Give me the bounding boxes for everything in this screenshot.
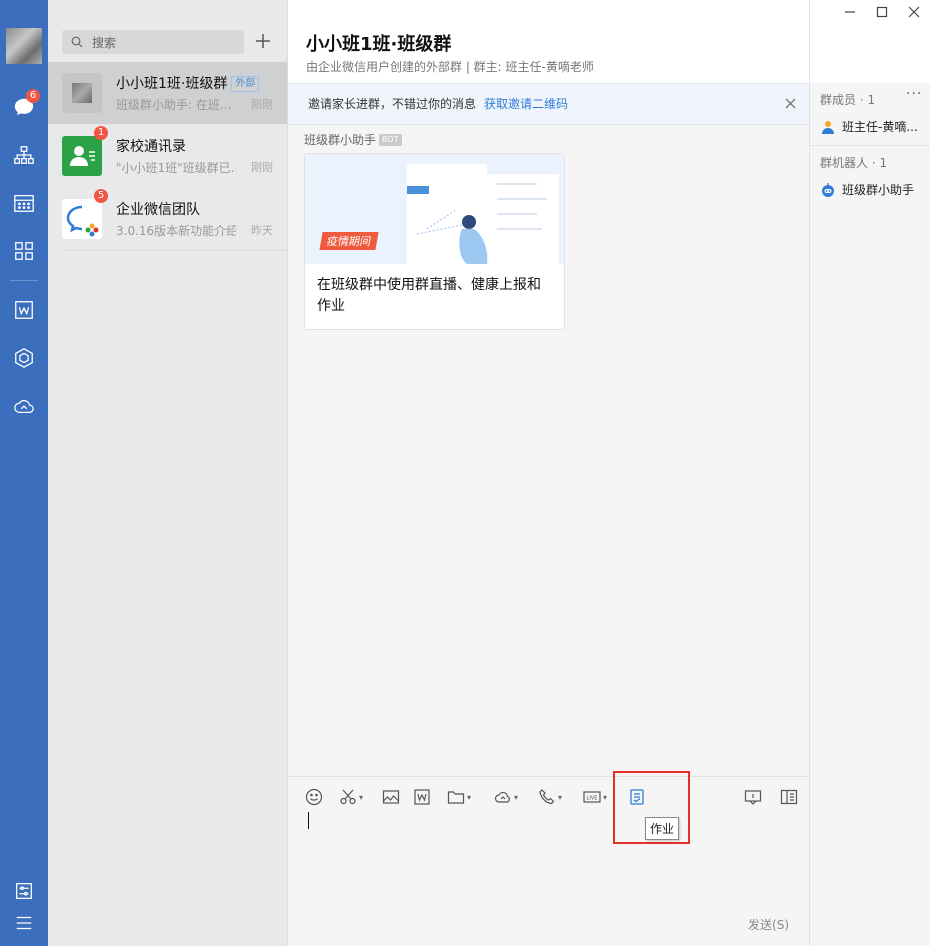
invite-qr-link[interactable]: 获取邀请二维码 xyxy=(484,97,568,111)
user-avatar[interactable] xyxy=(6,28,42,64)
chat-subtitle: 由企业微信用户创建的外部群 | 群主: 班主任-黄嘀老师 xyxy=(306,60,594,74)
image-icon[interactable] xyxy=(382,787,400,807)
conversation-title: 家校通讯录 xyxy=(116,139,186,155)
emoji-icon[interactable] xyxy=(305,787,323,807)
list-item[interactable]: 5 企业微信团队 3.0.16版本新功能介绍 昨天 xyxy=(48,188,287,250)
cube-icon[interactable] xyxy=(12,346,36,370)
word-doc-icon[interactable] xyxy=(413,787,431,807)
invite-text: 邀请家长进群，不错过你的消息 xyxy=(308,97,477,111)
send-button[interactable]: 发送(S) xyxy=(748,916,789,933)
list-divider xyxy=(62,250,287,251)
teacher-illustration-icon xyxy=(407,183,547,264)
bot-tag: BOT xyxy=(379,134,402,146)
robot-name: 班级群小助手 xyxy=(842,183,915,197)
wecom-team-avatar xyxy=(62,199,102,239)
contacts-avatar xyxy=(62,136,102,176)
live-icon[interactable]: LIVE ▾ xyxy=(583,787,607,807)
input-toolbar: ▾ ▾ ▾ ▾ LIVE ▾ xyxy=(288,776,809,817)
menu-icon[interactable] xyxy=(12,911,36,935)
screenshot-icon[interactable]: ▾ xyxy=(339,787,363,807)
sidebar-toggle-icon[interactable] xyxy=(780,787,798,807)
more-icon[interactable]: ··· xyxy=(906,86,922,102)
cloud-drive-icon[interactable]: ▾ xyxy=(494,787,518,807)
add-icon[interactable] xyxy=(254,32,272,50)
member-panel: 群成员 · 1 ··· 班主任-黄嘀... 群机器人 · 1 班级群小助手 xyxy=(809,0,930,946)
group-avatar xyxy=(62,73,102,113)
apps-icon[interactable] xyxy=(12,239,36,263)
calendar-icon[interactable] xyxy=(12,191,36,215)
member-icon xyxy=(822,120,834,134)
svg-text:LIVE: LIVE xyxy=(587,796,598,802)
list-item[interactable]: 1 家校通讯录 "小小班1班"班级群已... 刚刚 xyxy=(48,125,287,187)
external-tag: 外部 xyxy=(231,76,260,92)
members-label: 群成员 · 1 xyxy=(820,93,876,107)
conversation-preview: 3.0.16版本新功能介绍 xyxy=(116,224,236,238)
close-window-icon[interactable] xyxy=(904,4,924,20)
conversation-time: 刚刚 xyxy=(251,161,273,174)
maximize-icon[interactable] xyxy=(872,4,892,20)
nav-divider xyxy=(10,280,38,281)
minimize-icon[interactable] xyxy=(840,4,860,20)
org-icon[interactable] xyxy=(12,143,36,167)
card-badge: 疫情期间 xyxy=(319,232,379,250)
comment-icon[interactable] xyxy=(744,787,762,807)
doc-icon[interactable] xyxy=(12,298,36,322)
conversation-list: 搜索 小小班1班·班级群 外部 班级群小助手: 在班... 刚刚 1 家校通讯录 … xyxy=(48,0,288,946)
robots-label: 群机器人 · 1 xyxy=(820,156,888,170)
search-icon xyxy=(71,36,83,48)
chat-panel: 小小班1班·班级群 由企业微信用户创建的外部群 | 群主: 班主任-黄嘀老师 邀… xyxy=(288,0,910,946)
sender-name: 班级群小助手 xyxy=(304,133,377,147)
member-name: 班主任-黄嘀... xyxy=(842,120,918,134)
conversation-preview: 班级群小助手: 在班... xyxy=(116,98,232,112)
chat-title: 小小班1班·班级群 xyxy=(306,34,452,55)
conversation-time: 刚刚 xyxy=(251,98,273,111)
robot-icon xyxy=(822,182,834,197)
card-text: 在班级群中使用群直播、健康上报和作业 xyxy=(317,277,541,314)
search-input[interactable]: 搜索 xyxy=(62,30,244,54)
message-input[interactable] xyxy=(288,836,809,906)
chat-badge: 6 xyxy=(26,89,40,103)
invite-banner: 邀请家长进群，不错过你的消息 获取邀请二维码 xyxy=(288,83,809,125)
chat-icon[interactable]: 6 xyxy=(12,89,40,119)
member-item[interactable]: 班主任-黄嘀... xyxy=(820,118,918,135)
cloud-icon[interactable] xyxy=(12,394,36,418)
close-icon[interactable] xyxy=(785,98,796,109)
card-illustration: 疫情期间 xyxy=(305,154,564,264)
conversation-title: 企业微信团队 xyxy=(116,202,200,218)
text-cursor xyxy=(308,812,309,829)
left-nav: 6 xyxy=(0,0,48,946)
folder-icon[interactable]: ▾ xyxy=(447,787,471,807)
unread-badge: 5 xyxy=(94,189,108,203)
list-item[interactable]: 小小班1班·班级群 外部 班级群小助手: 在班... 刚刚 xyxy=(48,62,287,124)
search-placeholder: 搜索 xyxy=(92,36,117,50)
message-card[interactable]: 疫情期间 在班级群中使用群直播、健康上报和作业 xyxy=(304,153,565,330)
phone-icon[interactable]: ▾ xyxy=(538,787,562,807)
robot-item[interactable]: 班级群小助手 xyxy=(820,181,914,198)
conversation-preview: "小小班1班"班级群已... xyxy=(116,161,236,175)
conversation-title: 小小班1班·班级群 xyxy=(116,76,228,92)
settings-icon[interactable] xyxy=(12,879,36,903)
unread-badge: 1 xyxy=(94,126,108,140)
conversation-time: 昨天 xyxy=(251,224,273,237)
